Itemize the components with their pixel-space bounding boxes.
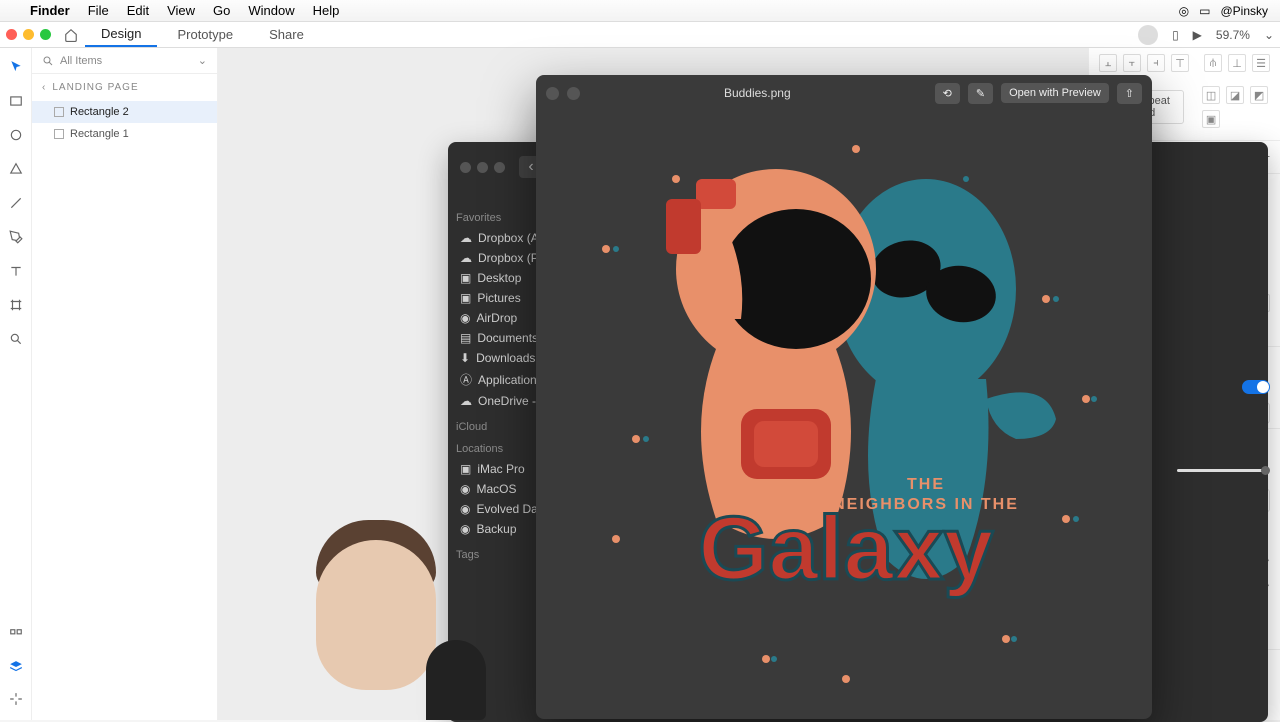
rectangle-tool[interactable] bbox=[7, 92, 25, 110]
plugins-panel-icon[interactable] bbox=[7, 690, 25, 708]
layer-row[interactable]: Rectangle 1 bbox=[32, 123, 217, 145]
svg-text:NEIGHBORS IN THE: NEIGHBORS IN THE bbox=[833, 496, 1019, 513]
zoom-tool[interactable] bbox=[7, 330, 25, 348]
align-vcenter-icon[interactable]: ⫛ bbox=[1204, 54, 1222, 72]
menubar-battery-icon[interactable]: ▭ bbox=[1199, 4, 1210, 18]
search-icon bbox=[42, 55, 54, 67]
menubar-cc-icon[interactable]: ◎ bbox=[1179, 4, 1189, 18]
rotate-button[interactable]: ⟲ bbox=[935, 83, 960, 104]
align-left-icon[interactable]: ⫠ bbox=[1099, 54, 1117, 72]
chevron-down-icon[interactable]: ⌄ bbox=[198, 54, 207, 67]
polygon-tool[interactable] bbox=[7, 160, 25, 178]
line-tool[interactable] bbox=[7, 194, 25, 212]
menubar-app[interactable]: Finder bbox=[30, 3, 70, 18]
svg-text:THE: THE bbox=[907, 476, 945, 493]
markup-button[interactable]: ✎ bbox=[968, 83, 993, 104]
tab-prototype[interactable]: Prototype bbox=[161, 23, 249, 46]
open-with-button[interactable]: Open with Preview bbox=[1001, 83, 1109, 103]
layers-panel: All Items ⌄ ‹ LANDING PAGE Rectangle 2 R… bbox=[32, 48, 218, 720]
play-icon[interactable]: ▶ bbox=[1193, 28, 1202, 42]
responsive-toggle[interactable] bbox=[1242, 380, 1270, 394]
assets-panel-icon[interactable] bbox=[7, 626, 25, 644]
fullscreen-icon[interactable] bbox=[567, 87, 580, 100]
quicklook-image: Galaxy THE NEIGHBORS IN THE bbox=[546, 119, 1142, 709]
align-bottom-icon[interactable]: ⊥ bbox=[1228, 54, 1246, 72]
rectangle-icon bbox=[54, 129, 64, 139]
window-controls[interactable] bbox=[6, 29, 51, 40]
menu-edit[interactable]: Edit bbox=[127, 3, 149, 18]
layer-row[interactable]: Rectangle 2 bbox=[32, 101, 217, 123]
text-tool[interactable] bbox=[7, 262, 25, 280]
artboard-tool[interactable] bbox=[7, 296, 25, 314]
quicklook-toolbar: Buddies.png ⟲ ✎ Open with Preview ⇧ bbox=[536, 75, 1152, 111]
avatar[interactable] bbox=[1138, 25, 1158, 45]
share-button[interactable]: ⇧ bbox=[1117, 83, 1142, 104]
ellipse-tool[interactable] bbox=[7, 126, 25, 144]
menu-go[interactable]: Go bbox=[213, 3, 230, 18]
close-icon[interactable] bbox=[460, 162, 471, 173]
breadcrumb[interactable]: ‹ LANDING PAGE bbox=[32, 74, 217, 101]
boolean-intersect-icon[interactable]: ◩ bbox=[1250, 86, 1268, 104]
layers-search[interactable]: All Items ⌄ bbox=[32, 48, 217, 74]
boolean-subtract-icon[interactable]: ◪ bbox=[1226, 86, 1244, 104]
svg-text:Galaxy: Galaxy bbox=[698, 499, 993, 599]
zoom-chevron-icon[interactable]: ⌄ bbox=[1264, 28, 1274, 42]
macos-menubar: Finder File Edit View Go Window Help ◎ ▭… bbox=[0, 0, 1280, 22]
distribute-icon[interactable]: ☰ bbox=[1252, 54, 1270, 72]
menubar-user[interactable]: @Pinsky bbox=[1220, 4, 1268, 18]
minimize-icon[interactable] bbox=[477, 162, 488, 173]
boolean-exclude-icon[interactable]: ▣ bbox=[1202, 110, 1220, 128]
rectangle-icon bbox=[54, 107, 64, 117]
layers-search-placeholder: All Items bbox=[60, 55, 102, 67]
webcam-overlay bbox=[276, 510, 486, 720]
home-icon[interactable] bbox=[61, 25, 81, 45]
pen-tool[interactable] bbox=[7, 228, 25, 246]
boolean-add-icon[interactable]: ◫ bbox=[1202, 86, 1220, 104]
menu-help[interactable]: Help bbox=[313, 3, 340, 18]
xd-toolbar: Design Prototype Share ▯ ▶ 59.7% ⌄ bbox=[0, 22, 1280, 48]
tab-share[interactable]: Share bbox=[253, 23, 320, 46]
layers-panel-icon[interactable] bbox=[7, 658, 25, 676]
minimize-icon[interactable] bbox=[23, 29, 34, 40]
menu-window[interactable]: Window bbox=[248, 3, 294, 18]
quicklook-window[interactable]: Buddies.png ⟲ ✎ Open with Preview ⇧ bbox=[536, 75, 1152, 719]
maximize-icon[interactable] bbox=[40, 29, 51, 40]
quicklook-title: Buddies.png bbox=[588, 86, 927, 100]
align-hcenter-icon[interactable]: ⫟ bbox=[1123, 54, 1141, 72]
select-tool[interactable] bbox=[7, 58, 25, 76]
align-right-icon[interactable]: ⫞ bbox=[1147, 54, 1165, 72]
align-top-icon[interactable]: ⊤ bbox=[1171, 54, 1189, 72]
tab-design[interactable]: Design bbox=[85, 22, 157, 47]
maximize-icon[interactable] bbox=[494, 162, 505, 173]
menu-file[interactable]: File bbox=[88, 3, 109, 18]
chevron-left-icon[interactable]: ‹ bbox=[42, 82, 46, 93]
zoom-level[interactable]: 59.7% bbox=[1216, 28, 1250, 42]
device-preview-icon[interactable]: ▯ bbox=[1172, 28, 1179, 42]
tool-rail bbox=[0, 48, 32, 720]
canvas[interactable]: ‹ › Favorites ☁ Dropbox (A ☁ Dropbox (P … bbox=[218, 48, 1088, 720]
close-icon[interactable] bbox=[6, 29, 17, 40]
close-icon[interactable] bbox=[546, 87, 559, 100]
artwork: Galaxy THE NEIGHBORS IN THE bbox=[546, 119, 1142, 709]
menu-view[interactable]: View bbox=[167, 3, 195, 18]
